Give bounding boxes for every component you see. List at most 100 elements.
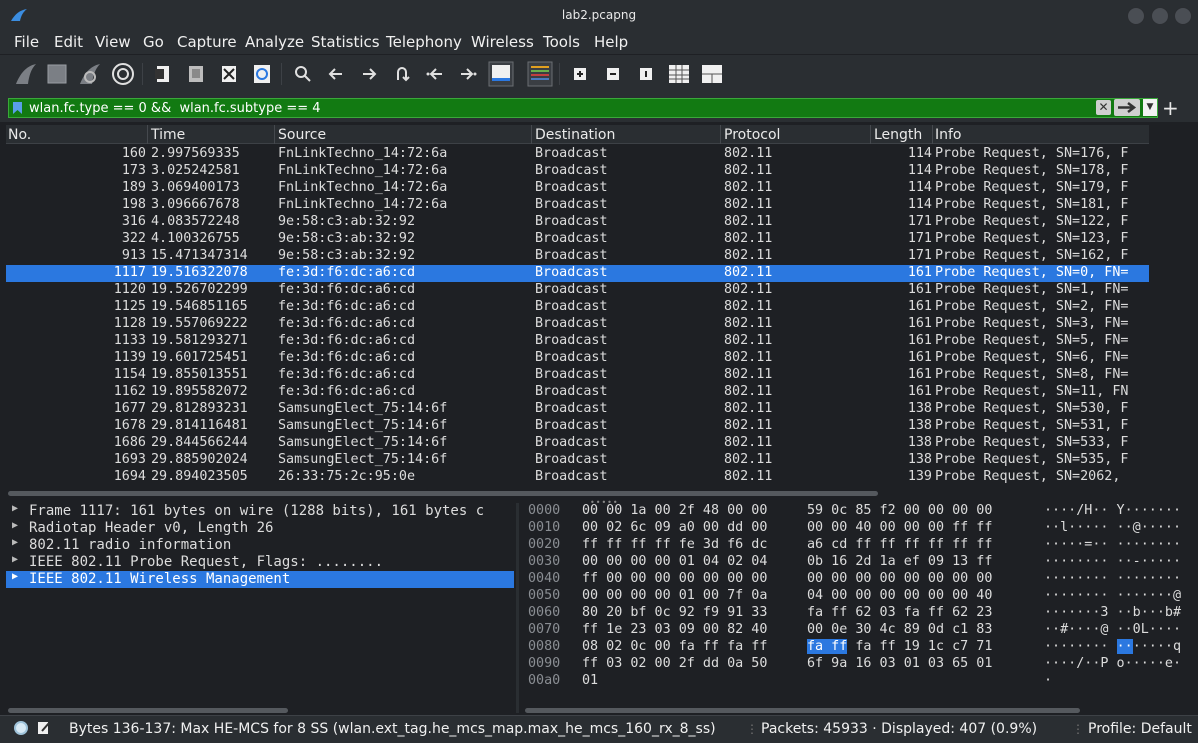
hex-row[interactable]: 0080 08 02 0c 00 fa ff fa ff fa ff fa ff 1…	[522, 639, 1198, 656]
packet-row[interactable]: 316 4.083572248 9e:58:c3:ab:32:92 Broadcast…	[6, 214, 1149, 231]
packet-row[interactable]: 173 3.025242581 FnLinkTechno_14:72:6a Broad…	[6, 163, 1149, 180]
detail-tree-item[interactable]: ▶ Radiotap Header v0, Length 26	[6, 520, 514, 537]
column-header-destination[interactable]: Destination	[535, 127, 615, 144]
start-capture-button[interactable]	[12, 60, 40, 88]
last-packet-button[interactable]	[454, 60, 482, 88]
hex-row[interactable]: 0010 00 02 6c 09 a0 00 dd 00 00 00 40 00 0…	[522, 520, 1198, 537]
hex-row[interactable]: 0020 ff ff ff ff fe 3d f6 dc a6 cd ff ff f…	[522, 537, 1198, 554]
zoom-in-button[interactable]	[566, 60, 594, 88]
packet-row[interactable]: 1154 19.855013551 fe:3d:f6:dc:a6:cd Broadca…	[6, 367, 1149, 384]
normal-size-button[interactable]	[632, 60, 660, 88]
column-header-time[interactable]: Time	[151, 127, 185, 144]
details-bytes-splitter[interactable]	[516, 503, 519, 713]
column-header-length[interactable]: Length	[874, 127, 922, 144]
hex-row[interactable]: 0070 ff 1e 23 03 09 00 82 40 00 0e 30 4c 8…	[522, 622, 1198, 639]
display-filter-input[interactable]	[29, 99, 1089, 117]
packet-list-hscrollbar[interactable]	[8, 491, 878, 496]
colorize-button[interactable]	[526, 60, 554, 88]
filter-history-dropdown[interactable]: ▼	[1143, 99, 1157, 116]
column-header-protocol[interactable]: Protocol	[724, 127, 780, 144]
packet-row[interactable]: 1677 29.812893231 SamsungElect_75:14:6f Bro…	[6, 401, 1149, 418]
packet-list: No. Time Source Destination Protocol Len…	[6, 125, 1149, 489]
column-header-info[interactable]: Info	[935, 127, 962, 144]
apply-filter-button[interactable]	[1114, 99, 1140, 116]
zoom-out-button[interactable]	[599, 60, 627, 88]
packet-row[interactable]: 1686 29.844566244 SamsungElect_75:14:6f Bro…	[6, 435, 1149, 452]
packet-row[interactable]: 189 3.069400173 FnLinkTechno_14:72:6a Broad…	[6, 180, 1149, 197]
stop-capture-button[interactable]	[43, 60, 71, 88]
menu-statistics[interactable]: Statistics	[311, 33, 380, 51]
menu-help[interactable]: Help	[594, 33, 628, 51]
go-to-packet-button[interactable]	[388, 60, 416, 88]
expand-arrow-icon[interactable]: ▶	[12, 571, 18, 582]
first-packet-button[interactable]	[421, 60, 449, 88]
detail-tree-item[interactable]: ▶ IEEE 802.11 Probe Request, Flags: .....…	[6, 554, 514, 571]
capture-comment-icon[interactable]	[37, 720, 51, 735]
menu-view[interactable]: View	[95, 33, 131, 51]
packet-row[interactable]: 1133 19.581293271 fe:3d:f6:dc:a6:cd Broadca…	[6, 333, 1149, 350]
detail-tree-item[interactable]: ▶ 802.11 radio information	[6, 537, 514, 554]
menu-capture[interactable]: Capture	[177, 33, 237, 51]
packet-row[interactable]: 1128 19.557069222 fe:3d:f6:dc:a6:cd Broadca…	[6, 316, 1149, 333]
packet-row[interactable]: 1162 19.895582072 fe:3d:f6:dc:a6:cd Broadca…	[6, 384, 1149, 401]
menu-wireless[interactable]: Wireless	[471, 33, 534, 51]
hex-bytes-left: 00 00 1a 00 2f 48 00 00	[582, 503, 768, 518]
menu-go[interactable]: Go	[143, 33, 164, 51]
packet-list-layout-button[interactable]	[698, 60, 726, 88]
column-header-no[interactable]: No.	[8, 127, 31, 144]
packet-list-scrollbar[interactable]	[1149, 131, 1155, 487]
status-profile[interactable]: Profile: Default	[1088, 721, 1192, 737]
bookmark-icon[interactable]	[12, 101, 23, 115]
packet-row[interactable]: 1694 29.894023505 26:33:75:2c:95:0e Broadca…	[6, 469, 1149, 486]
packet-row[interactable]: 1139 19.601725451 fe:3d:f6:dc:a6:cd Broadca…	[6, 350, 1149, 367]
maximize-button[interactable]	[1151, 7, 1169, 25]
hex-row[interactable]: 0060 80 20 bf 0c 92 f9 91 33 fa ff 62 03 f…	[522, 605, 1198, 622]
hex-row[interactable]: 0000 00 00 1a 00 2f 48 00 00 59 0c 85 f2 0…	[522, 503, 1198, 520]
menu-analyze[interactable]: Analyze	[245, 33, 304, 51]
hex-row[interactable]: 0090 ff 03 02 00 2f dd 0a 50 6f 9a 16 03 0…	[522, 656, 1198, 673]
packet-row[interactable]: 913 15.471347314 9e:58:c3:ab:32:92 Broadcas…	[6, 248, 1149, 265]
hex-row[interactable]: 00a0 01 ·	[522, 673, 1198, 690]
expand-arrow-icon[interactable]: ▶	[12, 520, 18, 531]
packet-row[interactable]: 160 2.997569335 FnLinkTechno_14:72:6a Broad…	[6, 146, 1149, 163]
expand-arrow-icon[interactable]: ▶	[12, 554, 18, 565]
packet-row[interactable]: 198 3.096667678 FnLinkTechno_14:72:6a Broad…	[6, 197, 1149, 214]
pane-splitter[interactable]: •••••	[0, 498, 1198, 507]
details-hscrollbar[interactable]	[8, 708, 288, 713]
expand-arrow-icon[interactable]: ▶	[12, 503, 18, 514]
save-file-button[interactable]	[182, 60, 210, 88]
menu-telephony[interactable]: Telephony	[386, 33, 462, 51]
hex-row[interactable]: 0040 ff 00 00 00 00 00 00 00 00 00 00 00 0…	[522, 571, 1198, 588]
close-file-button[interactable]	[215, 60, 243, 88]
bytes-hscrollbar[interactable]	[525, 708, 1080, 713]
expert-info-indicator[interactable]	[14, 721, 28, 735]
packet-row[interactable]: 1125 19.546851165 fe:3d:f6:dc:a6:cd Broadca…	[6, 299, 1149, 316]
add-filter-button-plus[interactable]: +	[1162, 96, 1179, 120]
close-button[interactable]	[1174, 7, 1192, 25]
detail-tree-item[interactable]: ▶ IEEE 802.11 Wireless Management	[6, 571, 514, 588]
packet-row[interactable]: 1117 19.516322078 fe:3d:f6:dc:a6:cd Broadca…	[6, 265, 1149, 282]
go-back-button[interactable]	[322, 60, 350, 88]
resize-columns-button[interactable]	[665, 60, 693, 88]
minimize-button[interactable]	[1127, 7, 1145, 25]
capture-options-button[interactable]	[109, 60, 137, 88]
find-packet-button[interactable]	[289, 60, 317, 88]
detail-tree-item[interactable]: ▶ Frame 1117: 161 bytes on wire (1288 bit…	[6, 503, 514, 520]
expand-arrow-icon[interactable]: ▶	[12, 537, 18, 548]
packet-row[interactable]: 1693 29.885902024 SamsungElect_75:14:6f Bro…	[6, 452, 1149, 469]
open-file-button[interactable]	[149, 60, 177, 88]
restart-capture-button[interactable]	[76, 60, 104, 88]
menu-file[interactable]: File	[14, 33, 39, 51]
hex-row[interactable]: 0030 00 00 00 00 01 04 02 04 0b 16 2d 1a e…	[522, 554, 1198, 571]
clear-filter-button[interactable]: ✕	[1096, 100, 1111, 115]
autoscroll-button[interactable]	[487, 60, 515, 88]
menu-edit[interactable]: Edit	[54, 33, 83, 51]
reload-file-button[interactable]	[248, 60, 276, 88]
go-forward-button[interactable]	[355, 60, 383, 88]
hex-row[interactable]: 0050 00 00 00 00 01 00 7f 0a 04 00 00 00 0…	[522, 588, 1198, 605]
packet-row[interactable]: 1120 19.526702299 fe:3d:f6:dc:a6:cd Broadca…	[6, 282, 1149, 299]
packet-row[interactable]: 1678 29.814116481 SamsungElect_75:14:6f Bro…	[6, 418, 1149, 435]
menu-tools[interactable]: Tools	[543, 33, 580, 51]
packet-row[interactable]: 322 4.100326755 9e:58:c3:ab:32:92 Broadcast…	[6, 231, 1149, 248]
column-header-source[interactable]: Source	[278, 127, 326, 144]
